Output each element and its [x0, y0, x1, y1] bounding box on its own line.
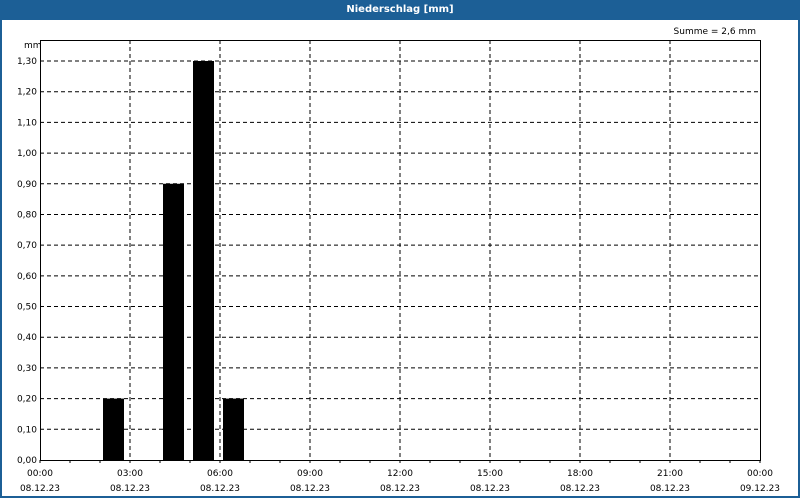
x-tick-time: 09:00	[297, 469, 323, 479]
x-tick-date: 08.12.23	[290, 484, 330, 494]
y-tick-label: 1,00	[17, 149, 37, 159]
y-tick-label: 1,10	[17, 118, 37, 128]
x-tick-date: 08.12.23	[20, 484, 60, 494]
y-axis-unit-label: mm	[24, 41, 42, 51]
precipitation-bar	[193, 61, 214, 460]
y-tick-label: 0,80	[17, 210, 37, 220]
x-tick-time: 12:00	[387, 469, 413, 479]
y-tick-label: 0,10	[17, 425, 37, 435]
x-tick-date: 08.12.23	[380, 484, 420, 494]
y-tick-label: 0,90	[17, 180, 37, 190]
y-tick-label: 0,00	[17, 456, 37, 466]
precipitation-bar	[223, 398, 244, 460]
x-tick-time: 00:00	[27, 469, 53, 479]
x-tick-date: 08.12.23	[560, 484, 600, 494]
x-tick-time: 15:00	[477, 469, 503, 479]
x-tick-time: 18:00	[567, 469, 593, 479]
y-tick-label: 0,70	[17, 241, 37, 251]
x-tick-date: 08.12.23	[650, 484, 690, 494]
x-tick-time: 21:00	[657, 469, 683, 479]
x-tick-time: 06:00	[207, 469, 233, 479]
y-tick-label: 1,20	[17, 88, 37, 98]
y-tick-label: 0,20	[17, 395, 37, 405]
precipitation-chart: mm Summe = 2,6 mm 0,00 0,10 0,20 0,30 0,40 0,…	[17, 27, 780, 494]
y-tick-label: 0,40	[17, 333, 37, 343]
precipitation-bar	[163, 183, 184, 460]
y-tick-label: 0,50	[17, 303, 37, 313]
x-tick-date: 08.12.23	[110, 484, 150, 494]
sum-annotation: Summe = 2,6 mm	[674, 27, 756, 37]
x-tick-date: 09.12.23	[740, 484, 780, 494]
x-tick-time: 00:00	[747, 469, 773, 479]
y-tick-label: 1,30	[17, 57, 37, 67]
y-tick-label: 0,30	[17, 364, 37, 374]
x-tick-time: 03:00	[117, 469, 143, 479]
precipitation-bar	[103, 398, 124, 460]
x-tick-date: 08.12.23	[470, 484, 510, 494]
x-tick-date: 08.12.23	[200, 484, 240, 494]
y-tick-label: 0,60	[17, 272, 37, 282]
